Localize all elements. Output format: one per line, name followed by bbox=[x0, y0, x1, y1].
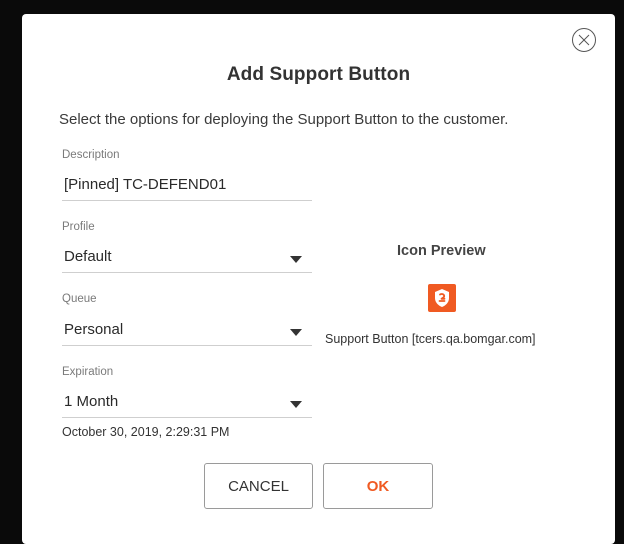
chevron-down-icon bbox=[290, 401, 302, 408]
icon-preview-label: Support Button [tcers.qa.bomgar.com] bbox=[325, 332, 536, 346]
support-button-shield-icon bbox=[428, 284, 456, 312]
dialog-subtitle: Select the options for deploying the Sup… bbox=[59, 111, 509, 128]
icon-preview-title: Icon Preview bbox=[397, 243, 486, 259]
dialog-title: Add Support Button bbox=[226, 64, 411, 85]
queue-select[interactable]: Personal bbox=[62, 319, 312, 346]
profile-select[interactable]: Default bbox=[62, 246, 312, 273]
description-field[interactable]: [Pinned] TC-DEFEND01 bbox=[62, 174, 312, 201]
queue-label: Queue bbox=[62, 293, 97, 305]
chevron-down-icon bbox=[290, 256, 302, 263]
queue-value: Personal bbox=[64, 321, 124, 338]
expiration-date: October 30, 2019, 2:29:31 PM bbox=[62, 425, 230, 439]
add-support-button-dialog: Add Support Button Select the options fo… bbox=[22, 14, 615, 544]
chevron-down-icon bbox=[290, 329, 302, 336]
description-label: Description bbox=[62, 149, 120, 161]
description-value: [Pinned] TC-DEFEND01 bbox=[64, 176, 227, 193]
profile-label: Profile bbox=[62, 221, 95, 233]
ok-button[interactable]: OK bbox=[323, 463, 433, 509]
expiration-select[interactable]: 1 Month bbox=[62, 391, 312, 418]
cancel-button[interactable]: CANCEL bbox=[204, 463, 313, 509]
profile-value: Default bbox=[64, 248, 112, 265]
expiration-value: 1 Month bbox=[64, 393, 119, 410]
close-icon[interactable] bbox=[571, 27, 597, 53]
expiration-label: Expiration bbox=[62, 366, 114, 378]
